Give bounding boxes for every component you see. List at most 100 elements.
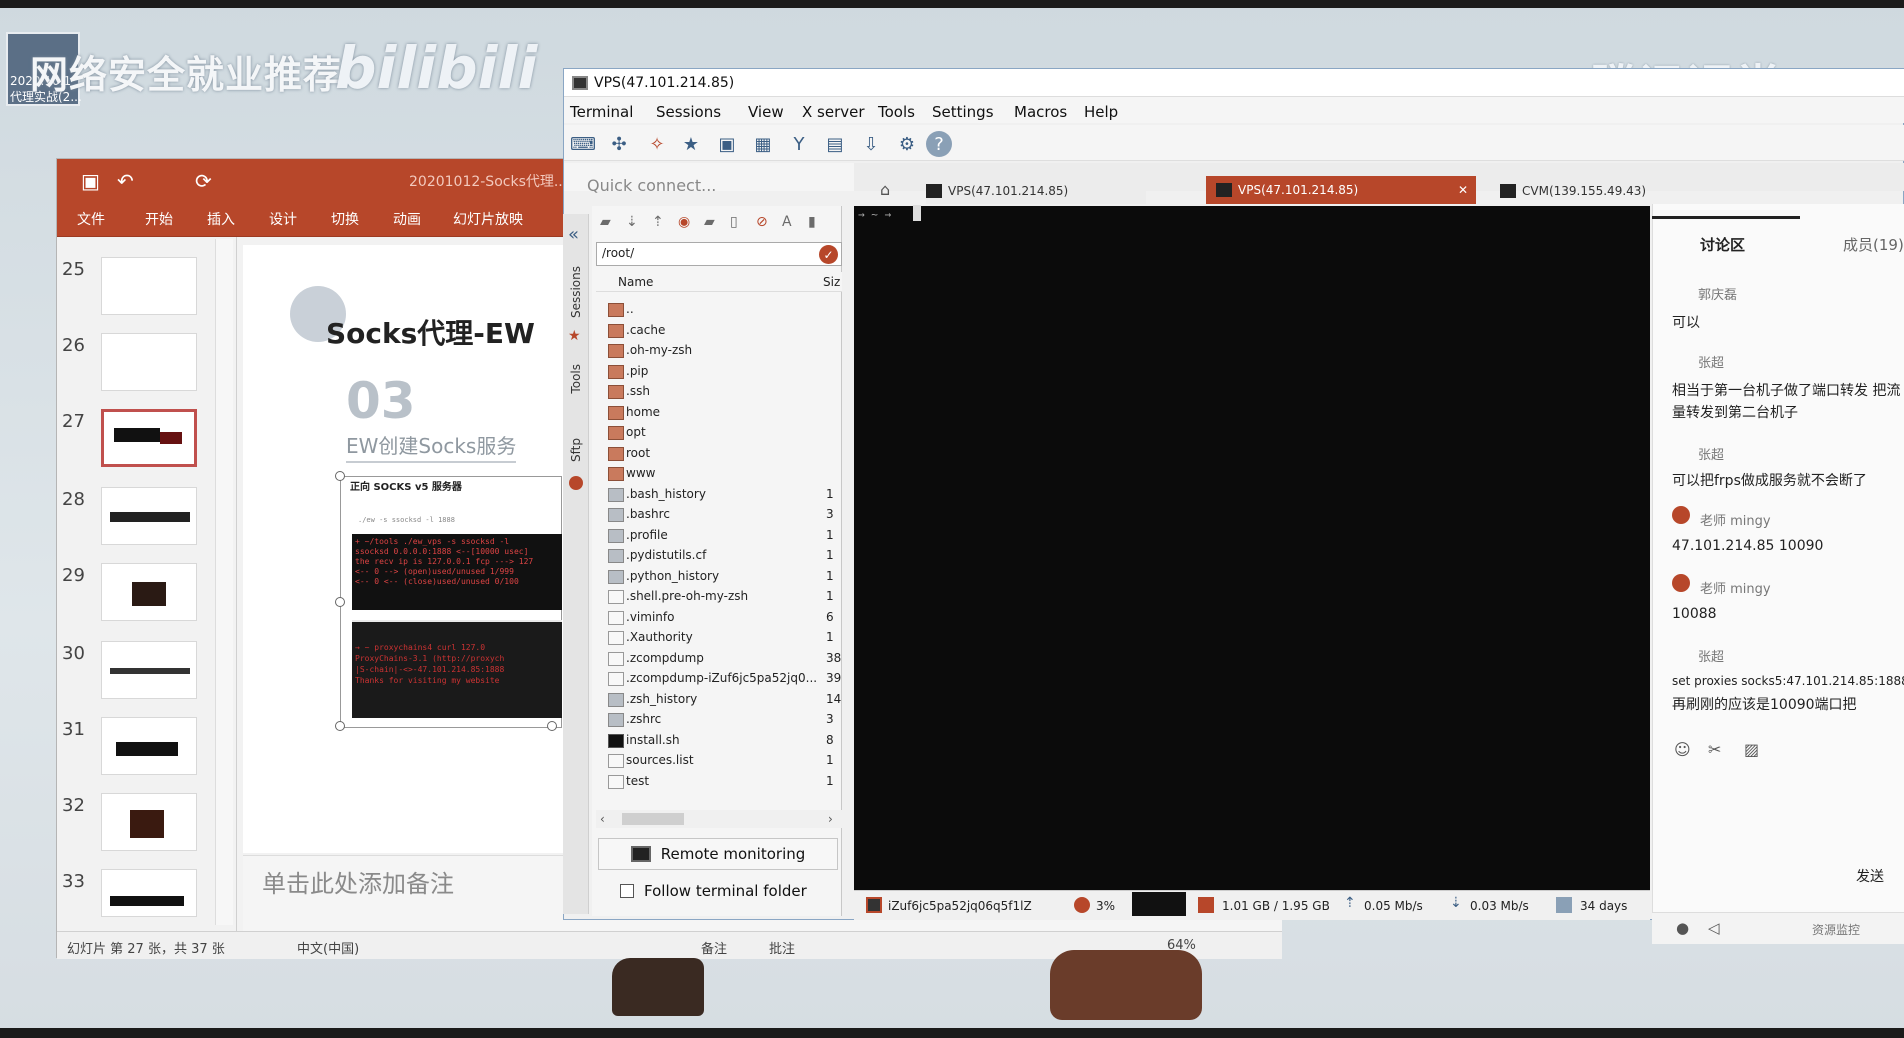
menu-sessions[interactable]: Sessions [656, 103, 721, 121]
file-row[interactable]: .pydistutils.cf 1 [600, 546, 840, 566]
slide-thumb-25[interactable] [101, 257, 197, 315]
slide-thumb-31[interactable] [101, 717, 197, 775]
ribbon-tab-slideshow[interactable]: 幻灯片放映 [453, 209, 523, 229]
tools-icon[interactable]: ✧ [644, 131, 670, 157]
split-icon[interactable]: Y [786, 131, 812, 157]
menu-xserver[interactable]: X server [802, 103, 865, 121]
file-row[interactable]: .viminfo 6 [600, 608, 840, 628]
close-tab-icon[interactable]: ✕ [1458, 183, 1468, 197]
new-folder-icon[interactable]: ▰ [704, 214, 724, 232]
resource-monitor-link[interactable]: 资源监控 [1812, 921, 1860, 938]
terminal-area[interactable] [854, 206, 1650, 890]
multiexec-icon[interactable]: ▤ [822, 131, 848, 157]
menu-terminal[interactable]: Terminal [570, 103, 633, 121]
follow-terminal-checkbox[interactable] [620, 884, 634, 898]
image-icon[interactable]: ▨ [1744, 740, 1759, 759]
file-row[interactable]: install.sh 8 [600, 731, 840, 751]
tab-vps-active[interactable]: VPS(47.101.214.85) ✕ [1206, 176, 1476, 204]
file-row[interactable]: www [600, 464, 840, 484]
delete-icon[interactable]: ⊘ [756, 214, 776, 232]
file-row[interactable]: test 1 [600, 772, 840, 792]
file-row[interactable]: .python_history 1 [600, 567, 840, 587]
text-icon[interactable]: A [782, 214, 802, 232]
ribbon-tab-transition[interactable]: 切换 [331, 209, 359, 229]
file-row[interactable]: .pip [600, 362, 840, 382]
microphone-icon[interactable]: ● [1676, 919, 1689, 937]
slide-thumb-29[interactable] [101, 563, 197, 621]
remote-monitoring-button[interactable]: Remote monitoring [598, 838, 838, 870]
sftp-icon[interactable] [569, 476, 583, 490]
menu-settings[interactable]: Settings [932, 103, 994, 121]
upload-icon[interactable]: ⇡ [652, 214, 672, 232]
download-icon[interactable]: ⇣ [626, 214, 646, 232]
file-row[interactable]: .zshrc 3 [600, 710, 840, 730]
menu-help[interactable]: Help [1084, 103, 1118, 121]
folder-icon[interactable]: ▰ [600, 214, 620, 232]
menu-macros[interactable]: Macros [1014, 103, 1067, 121]
star-icon[interactable]: ★ [568, 328, 581, 344]
menu-view[interactable]: View [748, 103, 784, 121]
tab-discussion[interactable]: 讨论区 [1700, 234, 1745, 255]
slide-thumb-30[interactable] [101, 641, 197, 699]
comments-button[interactable]: 批注 [769, 938, 795, 957]
resize-handle[interactable] [335, 471, 345, 481]
file-row[interactable]: .zcompdump 38 [600, 649, 841, 669]
file-row[interactable]: .. [600, 300, 840, 320]
slide-thumb-28[interactable] [101, 487, 197, 545]
file-row[interactable]: .profile 1 [600, 526, 840, 546]
ribbon-tab-insert[interactable]: 插入 [207, 209, 235, 229]
file-row[interactable]: opt [600, 423, 840, 443]
emoji-icon[interactable]: ☺ [1674, 740, 1691, 759]
slide-thumb-27-selected[interactable] [101, 409, 197, 467]
ribbon-tab-file[interactable]: 文件 [77, 209, 105, 229]
present-icon[interactable]: ⟳ [195, 169, 212, 193]
new-file-icon[interactable]: ▯ [730, 214, 750, 232]
path-go-icon[interactable]: ✓ [819, 245, 838, 264]
scroll-left-icon[interactable]: ‹ [600, 812, 605, 826]
file-row[interactable]: .cache [600, 321, 840, 341]
file-row[interactable]: root [600, 444, 840, 464]
file-row[interactable]: sources.list 1 [600, 751, 840, 771]
file-row[interactable]: .Xauthority 1 [600, 628, 840, 648]
resize-handle[interactable] [547, 721, 557, 731]
column-name[interactable]: Name [618, 275, 653, 289]
ribbon-tab-design[interactable]: 设计 [269, 209, 297, 229]
session-icon[interactable]: ⌨ [570, 131, 596, 157]
undo-icon[interactable]: ↶ [117, 169, 134, 193]
notes-button[interactable]: 备注 [701, 938, 727, 957]
ribbon-tab-animation[interactable]: 动画 [393, 209, 421, 229]
settings-gear-icon[interactable]: ⚙ [894, 131, 920, 157]
resize-handle[interactable] [335, 597, 345, 607]
save-icon[interactable]: ▣ [81, 169, 100, 193]
collapse-sidebar-icon[interactable]: « [568, 224, 579, 245]
language-text[interactable]: 中文(中国) [297, 938, 359, 957]
notes-placeholder[interactable]: 单击此处添加备注 [262, 864, 454, 899]
slide-panel-scrollbar[interactable] [215, 239, 233, 925]
sessions-monitor-icon[interactable]: ▣ [714, 131, 740, 157]
file-row[interactable]: .ssh [600, 382, 840, 402]
file-row[interactable]: .shell.pre-oh-my-zsh 1 [600, 587, 840, 607]
file-row[interactable]: .zcompdump-iZuf6jc5pa52jq0... 39 [600, 669, 841, 689]
tab-vps-1[interactable]: VPS(47.101.214.85) [926, 178, 1146, 204]
slide-thumb-26[interactable] [101, 333, 197, 391]
menu-tools[interactable]: Tools [878, 103, 915, 121]
permissions-icon[interactable]: ▮ [808, 214, 828, 232]
tab-members[interactable]: 成员(19) [1843, 234, 1904, 255]
tunneling-icon[interactable]: ⇩ [858, 131, 884, 157]
hscroll-thumb[interactable] [622, 813, 684, 825]
refresh-icon[interactable]: ◉ [678, 214, 698, 232]
servers-icon[interactable]: ✣ [606, 131, 632, 157]
speaker-icon[interactable]: ◁ [1708, 919, 1720, 937]
help-icon[interactable]: ? [926, 131, 952, 157]
side-tab-tools[interactable]: Tools [569, 364, 583, 394]
side-tab-sessions[interactable]: Sessions [569, 266, 583, 318]
file-row[interactable]: .zsh_history 14 [600, 690, 841, 710]
file-row[interactable]: .bash_history 1 [600, 485, 840, 505]
resize-handle[interactable] [335, 721, 345, 731]
column-size[interactable]: Siz [823, 275, 840, 289]
file-row[interactable]: home [600, 403, 840, 423]
view-icon[interactable]: ▦ [750, 131, 776, 157]
slide-thumb-33[interactable] [101, 869, 197, 917]
file-row[interactable]: .bashrc 3 [600, 505, 840, 525]
slide-thumb-32[interactable] [101, 793, 197, 851]
